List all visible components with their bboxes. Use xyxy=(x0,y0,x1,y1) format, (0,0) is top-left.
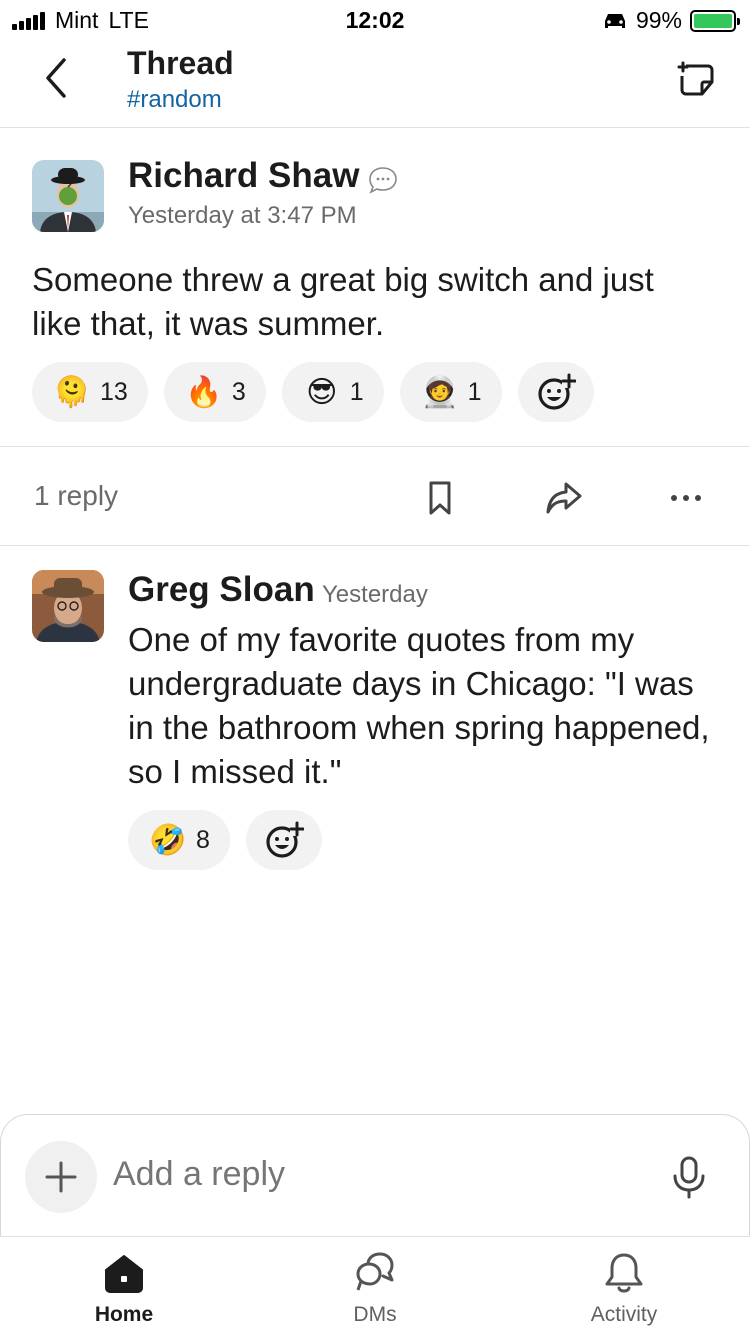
custom-emoji: 🧑‍🚀 xyxy=(420,375,459,409)
battery-percent: 99% xyxy=(635,7,682,33)
microphone-icon[interactable] xyxy=(669,1155,709,1199)
add-reaction-icon xyxy=(266,821,304,858)
reaction-pill[interactable]: 🔥 3 xyxy=(163,362,266,422)
reply-composer xyxy=(0,1114,750,1236)
tab-home[interactable]: Home xyxy=(44,1249,204,1327)
more-icon[interactable] xyxy=(666,478,706,518)
bell-icon xyxy=(605,1253,643,1293)
plus-icon xyxy=(45,1161,77,1193)
reaction-count: 8 xyxy=(196,825,210,854)
tab-label: DMs xyxy=(353,1303,397,1326)
reaction-pill[interactable]: 🫠 13 xyxy=(32,362,148,422)
author-name[interactable]: Richard Shaw xyxy=(128,156,359,196)
home-icon xyxy=(105,1255,143,1293)
reaction-count: 3 xyxy=(231,377,246,406)
reaction-pill[interactable]: 😎 1 xyxy=(281,362,384,422)
thread-header: Thread #random xyxy=(0,40,750,128)
attach-button[interactable] xyxy=(25,1141,97,1213)
rolling-laughing-emoji: 🤣 xyxy=(149,823,187,857)
tab-activity[interactable]: Activity xyxy=(544,1249,704,1327)
dms-icon xyxy=(356,1252,394,1291)
status-bar: Mint LTE 12:02 99% xyxy=(0,0,750,40)
reaction-pill[interactable]: 🧑‍🚀 1 xyxy=(399,362,502,422)
reaction-count: 1 xyxy=(349,377,364,406)
fire-emoji: 🔥 xyxy=(185,375,223,409)
bookmark-icon[interactable] xyxy=(420,478,460,518)
share-icon[interactable] xyxy=(544,478,584,518)
melting-face-emoji: 🫠 xyxy=(53,375,91,409)
message-body: One of my favorite quotes from my underg… xyxy=(128,621,710,790)
status-right: 99% xyxy=(602,7,740,34)
reaction-count: 13 xyxy=(100,377,128,406)
car-icon xyxy=(604,13,625,28)
tab-bar: Home DMs Activity xyxy=(0,1236,750,1334)
sunglasses-emoji: 😎 xyxy=(306,375,338,409)
add-reaction-button[interactable] xyxy=(245,810,322,870)
tab-dms[interactable]: DMs xyxy=(295,1249,455,1327)
message-body: Someone threw a great big switch and jus… xyxy=(32,261,654,342)
reaction-bar: 🫠 13 🔥 3 😎 1 🧑‍🚀 1 xyxy=(32,362,594,422)
add-reaction-icon xyxy=(537,373,576,410)
avatar-richard-shaw[interactable] xyxy=(32,160,104,232)
battery-icon xyxy=(690,9,740,32)
add-reaction-button[interactable] xyxy=(517,362,594,422)
back-button[interactable] xyxy=(36,56,76,100)
tab-label: Home xyxy=(94,1303,154,1326)
message-timestamp: Yesterday xyxy=(322,581,428,608)
tab-label: Activity xyxy=(590,1303,658,1326)
author-name[interactable]: Greg Sloan xyxy=(128,570,315,610)
message-timestamp: Yesterday at 3:47 PM xyxy=(128,202,357,229)
reaction-pill[interactable]: 🤣 8 xyxy=(128,810,230,870)
reaction-count: 1 xyxy=(467,377,482,406)
reply-input[interactable] xyxy=(113,1155,653,1194)
divider xyxy=(0,545,750,546)
reply-count: 1 reply xyxy=(34,480,119,511)
thread-bubble-icon xyxy=(369,167,397,194)
canvas-note-icon[interactable] xyxy=(676,58,716,98)
channel-link[interactable]: #random xyxy=(127,86,222,114)
reaction-bar: 🤣 8 xyxy=(128,810,322,870)
page-title: Thread xyxy=(127,45,234,81)
thread-actions-row: 1 reply xyxy=(0,446,750,546)
avatar-greg-sloan[interactable] xyxy=(32,570,104,642)
